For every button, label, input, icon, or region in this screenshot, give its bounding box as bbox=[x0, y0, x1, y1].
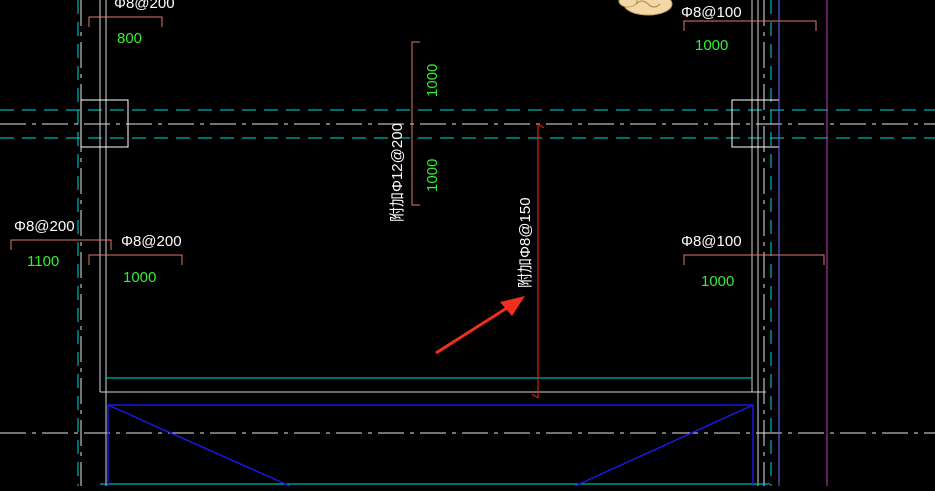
top-right-spec-label: Φ8@100 bbox=[681, 4, 742, 21]
magenta-lines bbox=[778, 0, 828, 486]
center-length-lower-label: 1000 bbox=[424, 159, 441, 192]
decorative-cloud-icon bbox=[618, 0, 673, 16]
left-outer-spec-label: Φ8@200 bbox=[14, 218, 75, 235]
top-right-length-label: 1000 bbox=[695, 37, 728, 54]
opening-outline[interactable] bbox=[107, 404, 754, 491]
left-inner-length-label: 1000 bbox=[123, 269, 156, 286]
right-mid-length-label: 1000 bbox=[701, 273, 734, 290]
top-left-length-label: 800 bbox=[117, 30, 142, 47]
added-rebar-spec-label: 附加Φ8@150 bbox=[517, 197, 534, 288]
cad-drawing-svg: Φ8@200 800 Φ8@100 1000 1000 1000 附加Φ12@2… bbox=[0, 0, 935, 491]
center-vertical-spec-label: 附加Φ12@200 bbox=[389, 123, 406, 222]
dimension-lines bbox=[10, 16, 825, 265]
right-mid-spec-label: Φ8@100 bbox=[681, 233, 742, 250]
left-outer-length-label: 1100 bbox=[27, 253, 59, 270]
red-arrow-icon bbox=[435, 296, 525, 355]
cad-drawing-canvas[interactable]: Φ8@200 800 Φ8@100 1000 1000 1000 附加Φ12@2… bbox=[0, 0, 935, 491]
top-left-spec-label: Φ8@200 bbox=[114, 0, 175, 12]
center-length-upper-label: 1000 bbox=[424, 64, 441, 97]
left-inner-spec-label: Φ8@200 bbox=[121, 233, 182, 250]
